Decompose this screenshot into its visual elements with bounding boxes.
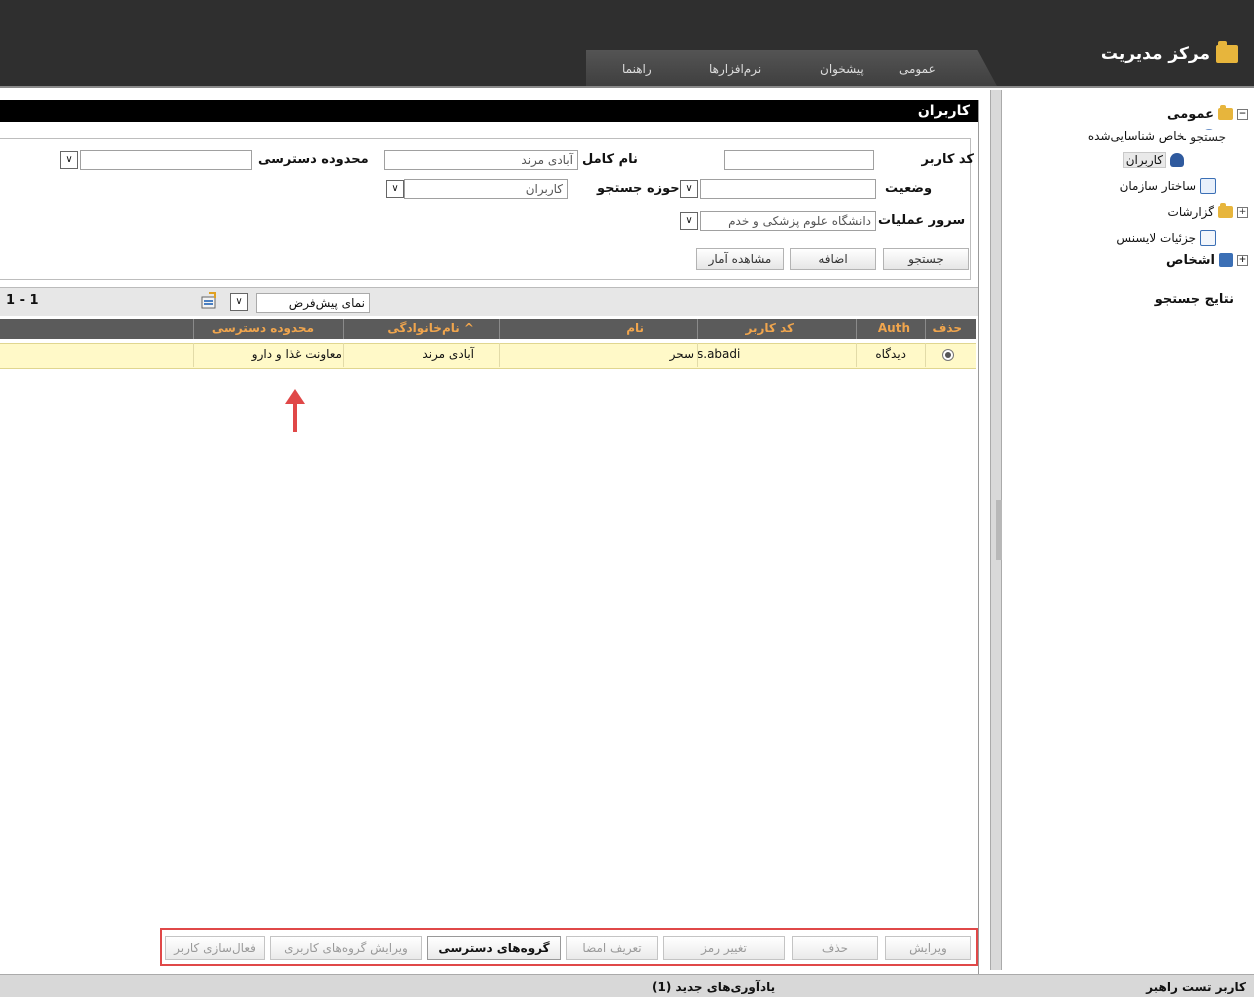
col-divider: [856, 319, 857, 339]
tree-item-reports[interactable]: + گزارشات: [1168, 202, 1248, 222]
tree-item-license-details[interactable]: جزئیات لایسنس: [1116, 228, 1216, 248]
app-title-text: مرکز مدیریت: [1100, 44, 1210, 64]
folder-icon: [1218, 203, 1233, 218]
col-divider: [193, 319, 194, 339]
col-last-name[interactable]: ^ نام‌خانوادگی: [387, 321, 474, 335]
col-divider: [343, 319, 344, 339]
define-signature-button[interactable]: تعریف امضا: [566, 936, 658, 960]
cell-divider: [193, 343, 194, 367]
server-label: سرور عملیات: [878, 213, 966, 228]
full-name-label: نام کامل: [582, 152, 638, 167]
stats-button[interactable]: مشاهده آمار: [696, 248, 784, 270]
search-legend: جستجو: [1186, 130, 1230, 144]
cell-divider: [856, 343, 857, 367]
tree-item-users[interactable]: کاربران: [1122, 150, 1184, 170]
col-access-scope[interactable]: محدوده دسترسی: [212, 321, 314, 335]
save-view-icon[interactable]: [200, 292, 218, 310]
search-scope-label: حوزه جستجو: [597, 181, 680, 196]
status-select[interactable]: [700, 179, 876, 199]
tree-item-general[interactable]: − عمومی: [1167, 104, 1248, 124]
expand-icon[interactable]: +: [1237, 254, 1248, 266]
menu-item-dashboard[interactable]: پیشخوان: [820, 62, 864, 76]
cell-last-name: آبادی مرند: [422, 347, 474, 361]
user-code-input[interactable]: [724, 150, 874, 170]
server-select[interactable]: دانشگاه علوم پزشکی و خدم: [700, 211, 876, 231]
expand-icon[interactable]: +: [1237, 206, 1248, 218]
app-title: مرکز مدیریت: [1100, 41, 1238, 64]
activate-user-button[interactable]: فعال‌سازی کاربر: [165, 936, 265, 960]
table-row[interactable]: [0, 343, 976, 369]
cell-access-scope: معاونت غذا و دارو: [251, 347, 342, 361]
add-button[interactable]: اضافه: [790, 248, 876, 270]
status-label: وضعیت: [885, 181, 933, 196]
cell-divider: [499, 343, 500, 367]
col-auth[interactable]: Auth: [878, 321, 910, 335]
panel-header: کاربران: [0, 100, 978, 122]
arrow-up-icon: [285, 389, 305, 432]
status-reminders[interactable]: یادآوری‌های جدید (1): [652, 980, 775, 994]
col-user-code[interactable]: کد کاربر: [746, 321, 794, 335]
col-first-name[interactable]: نام: [626, 321, 644, 335]
edit-user-groups-button[interactable]: ویرایش گروه‌های کاربری: [270, 936, 422, 960]
folder-icon: [1218, 105, 1233, 120]
cell-auth: دیدگاه: [875, 347, 906, 361]
access-scope-dropdown-icon[interactable]: ∨: [60, 151, 78, 169]
search-scope-dropdown-icon[interactable]: ∨: [386, 180, 404, 198]
status-user: کاربر تست راهبر: [1146, 980, 1246, 994]
cell-divider: [343, 343, 344, 367]
header-divider: [0, 86, 1254, 88]
tree-item-org-structure[interactable]: ساختار سازمان: [1120, 176, 1216, 196]
menu-item-general[interactable]: عمومی: [899, 62, 936, 76]
col-delete[interactable]: حذف: [932, 321, 962, 335]
col-divider: [925, 319, 926, 339]
access-groups-button[interactable]: گروه‌های دسترسی: [427, 936, 561, 960]
view-dropdown-icon[interactable]: ∨: [230, 293, 248, 311]
cell-first-name: سحر: [669, 347, 694, 361]
license-icon: [1200, 230, 1216, 246]
results-count: 1 - 1: [6, 293, 39, 308]
results-toolbar: [0, 287, 978, 316]
menu-item-software[interactable]: نرم‌افزارها: [709, 62, 761, 76]
user-code-label: کد کاربر: [921, 152, 975, 167]
server-dropdown-icon[interactable]: ∨: [680, 212, 698, 230]
panel-title: کاربران: [917, 103, 970, 119]
table-header: [0, 319, 976, 339]
search-scope-select[interactable]: کاربران: [404, 179, 568, 199]
row-delete-radio[interactable]: [942, 349, 954, 361]
cell-user-code: s.abadi: [697, 347, 741, 361]
persons-icon: [1219, 253, 1233, 267]
folder-icon: [1216, 41, 1238, 63]
results-title: نتایج جستجو: [1154, 292, 1234, 307]
view-select[interactable]: نمای پیش‌فرض: [256, 293, 370, 313]
delete-button[interactable]: حذف: [792, 936, 878, 960]
org-chart-icon: [1200, 178, 1216, 194]
access-scope-label: محدوده دسترسی: [258, 152, 369, 167]
change-password-button[interactable]: تغییر رمز: [663, 936, 785, 960]
col-divider: [697, 319, 698, 339]
access-scope-select[interactable]: [80, 150, 252, 170]
menu-item-help[interactable]: راهنما: [622, 62, 652, 76]
col-divider: [499, 319, 500, 339]
tree-item-persons[interactable]: + اشخاص: [1166, 250, 1248, 270]
splitter-handle[interactable]: [996, 500, 1002, 560]
cell-divider: [697, 343, 698, 367]
users-icon: [1170, 153, 1184, 167]
status-bar: [0, 974, 1254, 997]
search-button[interactable]: جستجو: [883, 248, 969, 270]
edit-button[interactable]: ویرایش: [885, 936, 971, 960]
full-name-input[interactable]: آبادی مرند: [384, 150, 578, 170]
collapse-icon[interactable]: −: [1237, 108, 1248, 120]
cell-divider: [925, 343, 926, 367]
status-dropdown-icon[interactable]: ∨: [680, 180, 698, 198]
